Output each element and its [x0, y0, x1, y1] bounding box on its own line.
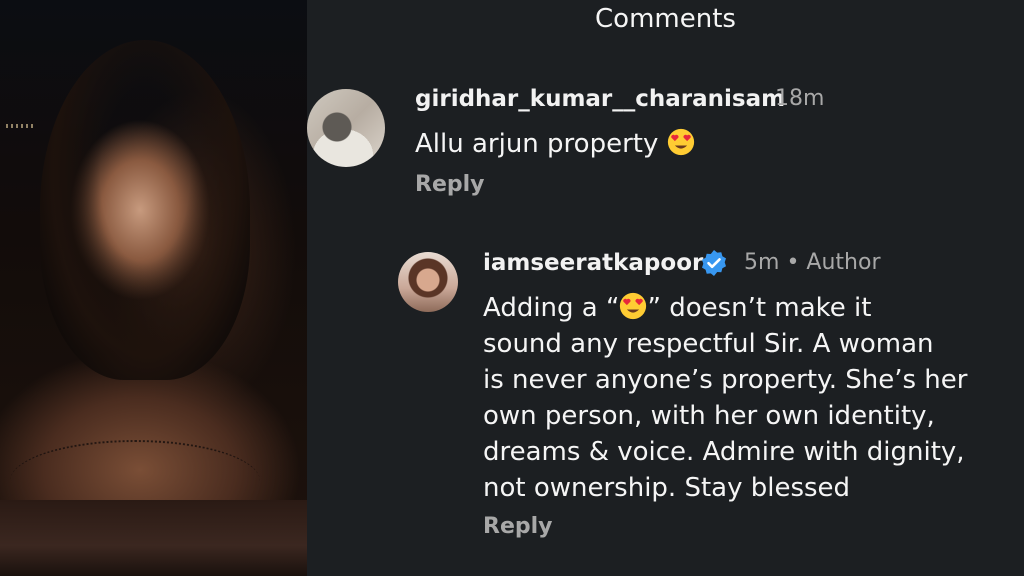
meta-separator: • [786, 250, 800, 275]
reply-line-1: Adding a “ ” doesn’t make it [483, 290, 1013, 326]
reply-line-2: sound any respectful Sir. A woman [483, 329, 934, 359]
comment-username[interactable]: giridhar_kumar__charanisam [415, 86, 785, 112]
reply-text-prefix: Adding a “ [483, 293, 620, 323]
author-label: Author [806, 250, 881, 275]
heart-eyes-emoji-icon [667, 128, 694, 156]
reply-username[interactable]: iamseeratkapoor [483, 250, 703, 276]
comments-title: Comments [595, 4, 736, 34]
heart-eyes-emoji-icon [620, 292, 647, 320]
comment-text: Allu arjun property [415, 126, 695, 162]
reply-button[interactable]: Reply [483, 514, 553, 539]
reply-line-5: dreams & voice. Admire with dignity, [483, 437, 965, 467]
post-photo [0, 0, 307, 576]
reply-line-4: own person, with her own identity, [483, 401, 935, 431]
verified-badge-icon [702, 250, 726, 276]
reply-line-3: is never anyone’s property. She’s her [483, 365, 968, 395]
author-avatar[interactable] [398, 252, 458, 312]
photo-city-lights [6, 124, 36, 128]
reply-meta: 5m • Author [744, 250, 881, 275]
reply-text-line: ” doesn’t make it [647, 293, 872, 323]
comment-body: Allu arjun property [415, 129, 659, 159]
comment-time: 18m [775, 86, 825, 111]
comments-panel: Comments giridhar_kumar__charanisam 18m … [307, 0, 1024, 576]
reply-time: 5m [744, 250, 780, 275]
photo-slip [0, 500, 307, 576]
reply-line-6: not ownership. Stay blessed [483, 473, 851, 503]
avatar[interactable] [307, 89, 385, 167]
reply-button[interactable]: Reply [415, 172, 485, 197]
reply-text: Adding a “ ” doesn’t make it sound any r… [483, 290, 1013, 506]
photo-hair-shadow [40, 40, 250, 380]
